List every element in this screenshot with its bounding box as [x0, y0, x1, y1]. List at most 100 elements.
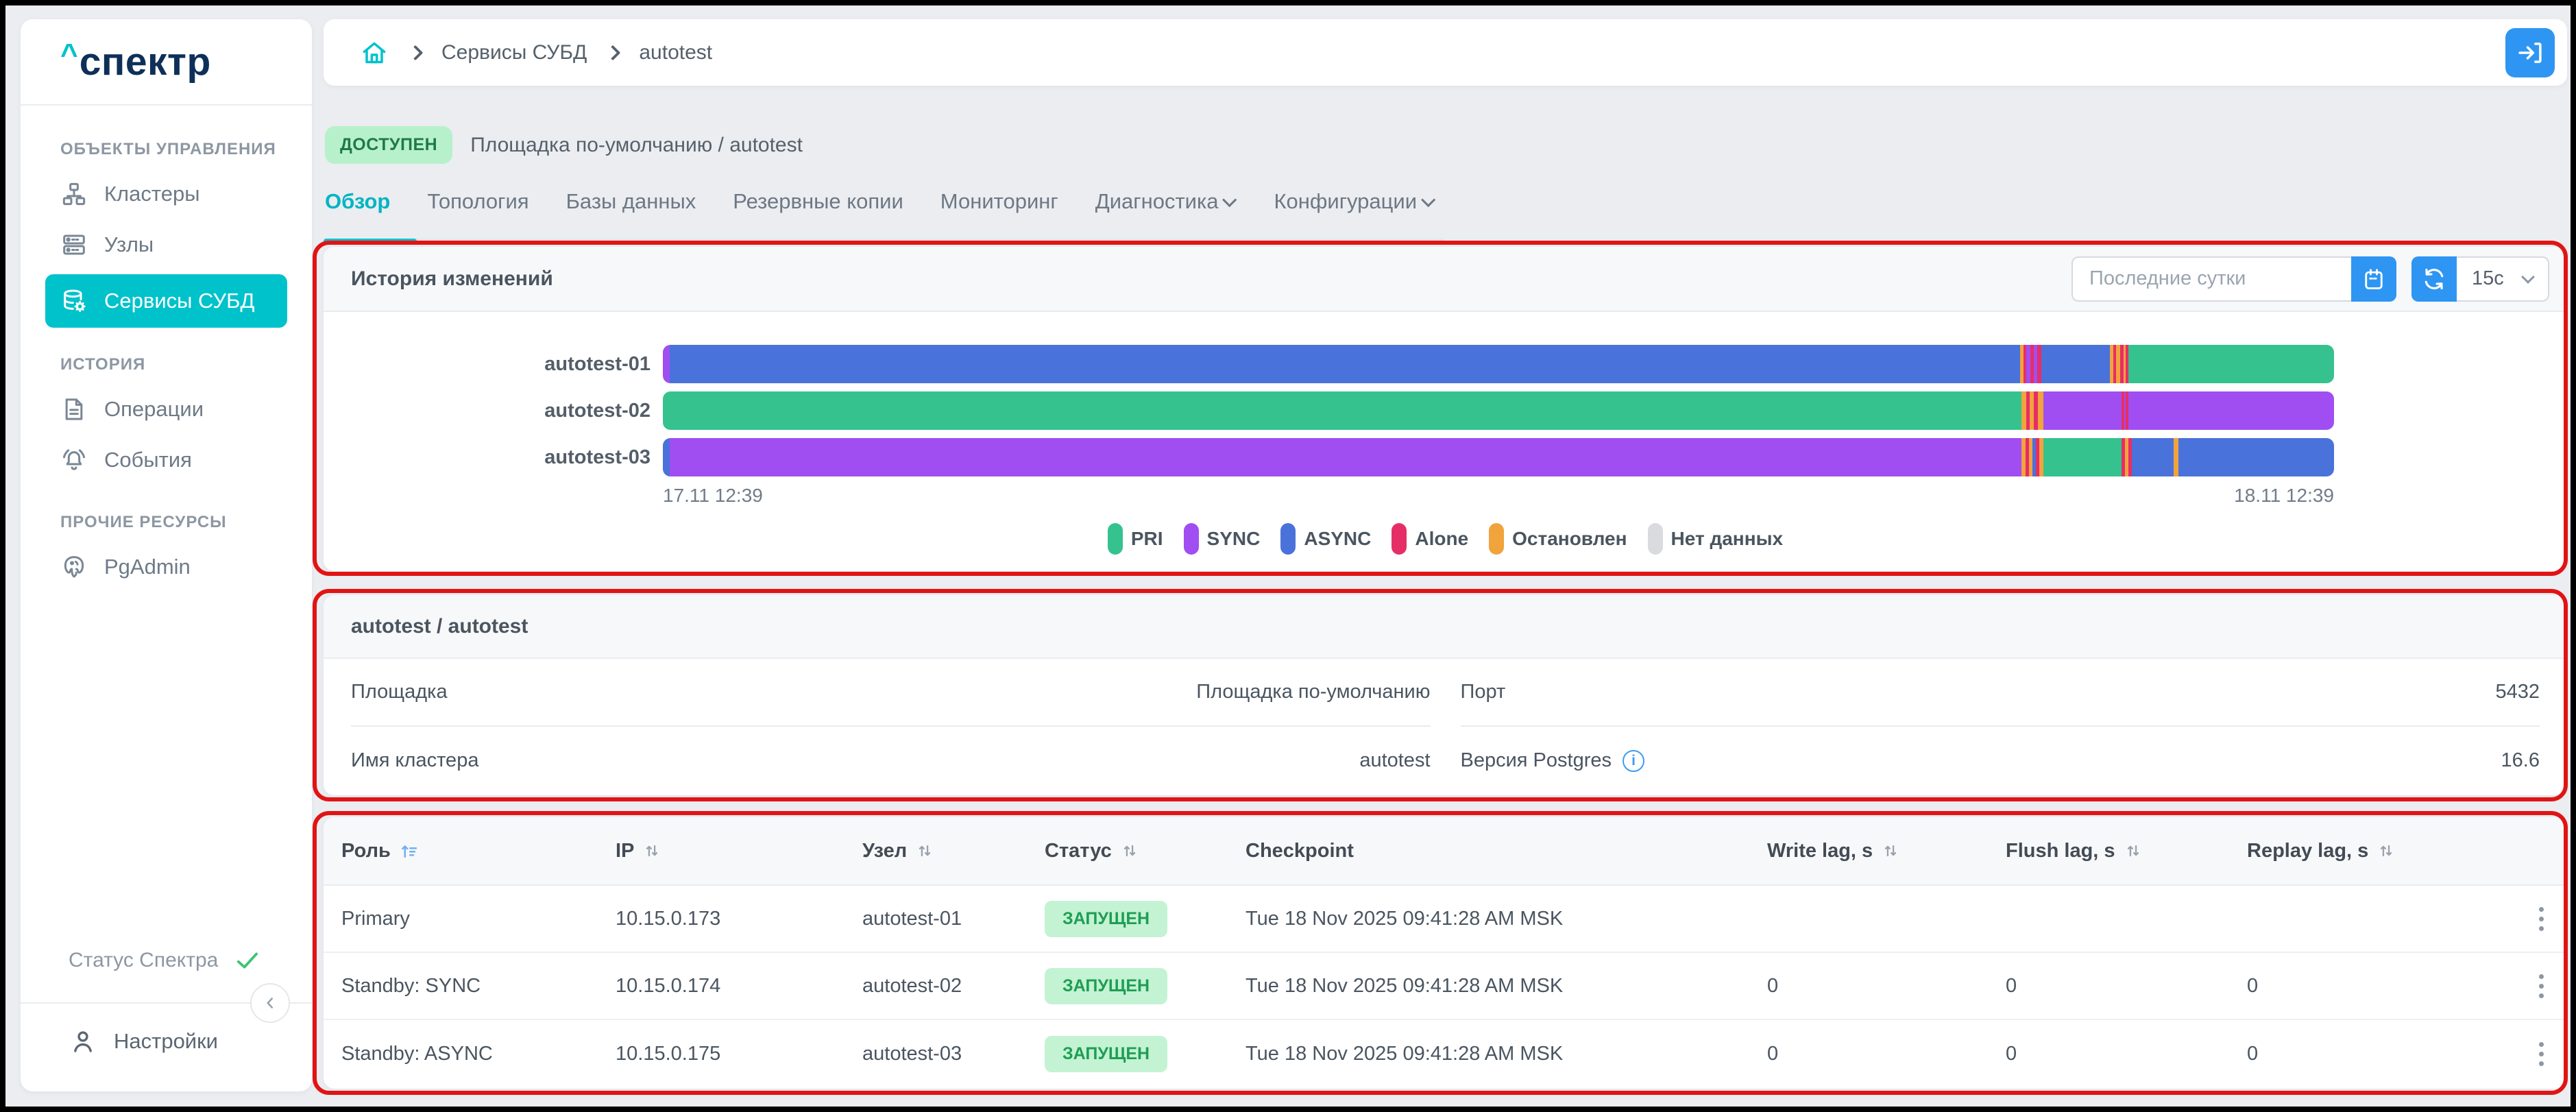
sidebar-collapse-button[interactable] [250, 983, 290, 1023]
info-label: Версия Postgres i [1461, 749, 1645, 772]
history-controls: 15с [2071, 256, 2549, 302]
cell-ip: 10.15.0.175 [616, 1042, 721, 1065]
tab-overview[interactable]: Обзор [325, 189, 390, 232]
clusters-icon [62, 182, 86, 206]
sidebar-item-clusters[interactable]: Кластеры [45, 169, 287, 219]
tab-diagnostics[interactable]: Диагностика [1095, 189, 1237, 232]
history-card-title: История изменений [351, 267, 553, 290]
timeline-bar[interactable] [663, 438, 2334, 476]
spektr-status: Статус Спектра [21, 946, 312, 975]
breadcrumb-chevron-icon [605, 45, 621, 60]
cell-ip: 10.15.0.174 [616, 974, 721, 997]
status-ok-check-icon [237, 952, 258, 969]
legend-item-alone: Alone [1392, 523, 1468, 555]
nav-section-other: ПРОЧИЕ РЕСУРСЫ [60, 513, 227, 531]
replicas-table-card: Роль IP Узел Статус Checkpoint Write lag… [324, 817, 2567, 1089]
sidebar-divider [21, 983, 312, 1023]
tab-topology[interactable]: Топология [427, 189, 528, 232]
column-header-node[interactable]: Узел [862, 840, 1045, 862]
cell-status: ЗАПУЩЕН [1045, 967, 1246, 1004]
tab-label: Обзор [325, 189, 391, 213]
history-card-header: История изменений 15с [324, 247, 2567, 312]
history-card: История изменений 15с [324, 247, 2567, 571]
cell-status: ЗАПУЩЕН [1045, 1035, 1246, 1072]
sidebar-footer: Статус Спектра Настройки [21, 946, 312, 1091]
cell-role: Standby: SYNC [341, 974, 481, 997]
cell-node: autotest-01 [862, 907, 962, 930]
chart-row-label: autotest-01 [544, 352, 651, 375]
refresh-button[interactable] [2411, 256, 2457, 302]
sign-in-icon [2518, 42, 2542, 63]
cell-write-lag: 0 [1767, 974, 1779, 997]
info-card-title: autotest / autotest [351, 614, 528, 638]
sidebar-item-label: События [104, 448, 192, 472]
tab-label: Диагностика [1095, 189, 1219, 213]
timeline-bar[interactable] [663, 391, 2334, 430]
column-header-role[interactable]: Роль [341, 840, 616, 862]
sidebar-item-operations[interactable]: Операции [45, 384, 287, 435]
page-status-line: ДОСТУПЕН Площадка по-умолчанию / autotes… [325, 126, 803, 164]
tab-backups[interactable]: Резервные копии [733, 189, 903, 232]
cell-flush-lag: 0 [2006, 974, 2017, 997]
row-menu-button[interactable] [2539, 906, 2567, 931]
column-header-ip[interactable]: IP [616, 840, 862, 862]
legend-chip [1489, 523, 1505, 555]
cell-ip: 10.15.0.173 [616, 907, 721, 930]
column-header-write-lag[interactable]: Write lag, s [1767, 840, 2006, 862]
column-header-flush-lag[interactable]: Flush lag, s [2006, 840, 2247, 862]
legend-label: ASYNC [1304, 528, 1372, 549]
breadcrumb-chevron-icon [407, 45, 424, 60]
tabs-underline [324, 239, 1445, 244]
tab-configurations[interactable]: Конфигурации [1274, 189, 1436, 232]
table-row-primary: Primary 10.15.0.173 autotest-01 ЗАПУЩЕН … [324, 886, 2567, 953]
status-badge: ЗАПУЩЕН [1045, 967, 1168, 1004]
table-row-standby-async: Standby: ASYNC 10.15.0.175 autotest-03 З… [324, 1020, 2567, 1087]
logout-button[interactable] [2505, 27, 2555, 77]
legend-label: Нет данных [1670, 528, 1784, 549]
home-icon[interactable] [359, 38, 389, 68]
axis-start-label: 17.11 12:39 [663, 485, 763, 506]
breadcrumb: Сервисы СУБД autotest [324, 19, 2567, 86]
sidebar-item-pgadmin[interactable]: PgAdmin [45, 542, 287, 592]
breadcrumb-item-services[interactable]: Сервисы СУБД [441, 41, 587, 64]
info-label: Имя кластера [351, 749, 479, 771]
tab-label: Конфигурации [1274, 189, 1418, 213]
timeline-bar[interactable] [663, 345, 2334, 383]
legend-label: Остановлен [1512, 528, 1627, 549]
row-menu-button[interactable] [2539, 1041, 2567, 1066]
row-menu-button[interactable] [2539, 974, 2567, 998]
interval-select[interactable]: 15с [2457, 256, 2549, 302]
refresh-icon [2425, 268, 2444, 289]
info-value: 5432 [2495, 681, 2540, 703]
sidebar-item-label: Сервисы СУБД [104, 289, 255, 313]
sort-icon [1123, 845, 1135, 857]
chart-row: autotest-02 [324, 391, 2334, 430]
column-header-checkpoint[interactable]: Checkpoint [1246, 840, 1767, 862]
refresh-interval-group: 15с [2411, 256, 2549, 302]
tab-monitoring[interactable]: Мониторинг [940, 189, 1058, 232]
info-icon[interactable]: i [1623, 749, 1645, 772]
sidebar-item-events[interactable]: События [45, 435, 287, 485]
info-row-pg-version: Версия Postgres i 16.6 [1461, 727, 2540, 795]
column-header-replay-lag[interactable]: Replay lag, s [2247, 840, 2473, 862]
tab-label: Базы данных [566, 189, 696, 213]
info-grid: Площадка Площадка по-умолчанию Порт 5432… [324, 659, 2567, 795]
tab-label: Топология [427, 189, 529, 213]
column-header-status[interactable]: Статус [1045, 840, 1246, 862]
tab-databases[interactable]: Базы данных [566, 189, 696, 232]
info-row-port: Порт 5432 [1460, 659, 2540, 727]
calendar-button[interactable] [2351, 256, 2396, 302]
legend-item-stopped: Остановлен [1489, 523, 1627, 555]
sidebar-item-db-services[interactable]: Сервисы СУБД [45, 274, 287, 328]
cell-write-lag: 0 [1767, 1042, 1779, 1065]
cell-role: Standby: ASYNC [341, 1042, 493, 1065]
events-icon [63, 449, 85, 470]
cell-checkpoint: Tue 18 Nov 2025 09:41:28 AM MSK [1246, 907, 1564, 930]
range-input[interactable] [2071, 256, 2351, 302]
logo-text: спектр [79, 40, 211, 84]
legend-chip [1107, 523, 1123, 555]
chart-row-label: autotest-03 [544, 446, 651, 468]
cluster-info-card: autotest / autotest Площадка Площадка по… [324, 595, 2567, 795]
sidebar-item-nodes[interactable]: Узлы [45, 219, 287, 270]
chevron-down-icon [1222, 192, 1237, 207]
